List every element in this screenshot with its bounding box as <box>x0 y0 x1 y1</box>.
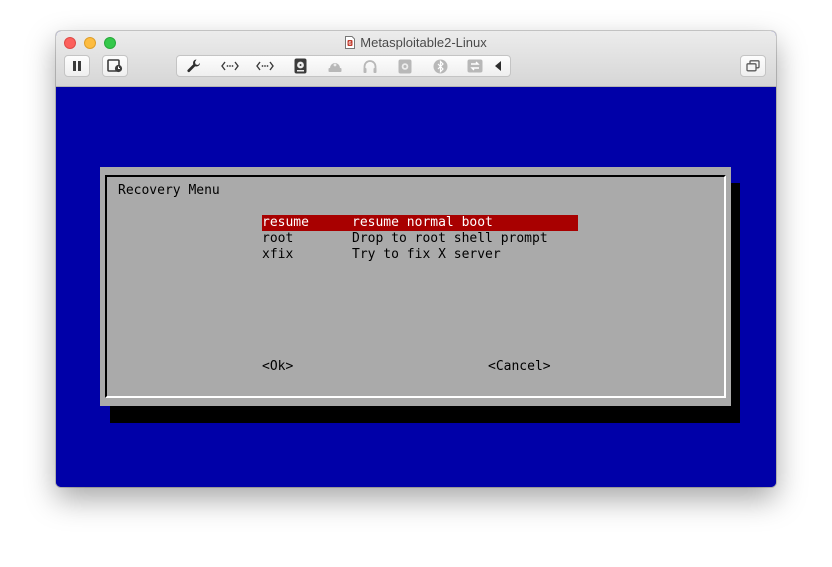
network-adapter-icon <box>221 61 239 71</box>
camera-icon <box>398 59 412 73</box>
menu-item-root[interactable]: root Drop to root shell prompt <box>262 231 578 247</box>
sound-card-button[interactable] <box>360 58 380 74</box>
network-adapter-icon <box>256 61 274 71</box>
menu-item-key: xfix <box>262 247 294 262</box>
pause-button[interactable] <box>64 55 90 77</box>
sound-card-icon <box>363 60 377 73</box>
fullscreen-icon <box>746 60 760 72</box>
fullscreen-button[interactable] <box>740 55 766 77</box>
menu-item-key: resume <box>262 215 309 230</box>
collapse-toolbar-button[interactable] <box>491 58 505 74</box>
bluetooth-icon <box>433 59 447 73</box>
device-toolbar <box>176 55 511 77</box>
snapshot-icon <box>107 59 123 73</box>
menu-item-resume[interactable]: resume resume normal boot <box>262 215 578 231</box>
settings-button[interactable] <box>184 58 204 74</box>
svg-text:6: 6 <box>349 41 352 47</box>
collapse-arrow-icon <box>494 61 501 71</box>
network-adapter-2-button[interactable] <box>255 58 275 74</box>
menu-item-description: Try to fix X server <box>352 247 501 262</box>
camera-button[interactable] <box>395 58 415 74</box>
hard-disk-icon <box>294 58 306 74</box>
usb-sharing-button[interactable] <box>465 58 485 74</box>
menu-item-key: root <box>262 231 294 246</box>
title-bar[interactable]: 6 Metasploitable2-Linux <box>56 31 776 87</box>
menu-item-description: Drop to root shell prompt <box>352 231 548 246</box>
menu-item-description: resume normal boot <box>352 215 493 230</box>
hard-disk-button[interactable] <box>290 58 310 74</box>
dialog-title: Recovery Menu <box>118 183 220 198</box>
bluetooth-button[interactable] <box>430 58 450 74</box>
cd-dvd-icon <box>328 63 342 72</box>
ok-button[interactable]: <Ok> <box>262 359 293 375</box>
window-title-container: 6 Metasploitable2-Linux <box>56 34 776 52</box>
pause-icon <box>73 61 81 71</box>
dialog-frame <box>105 175 726 398</box>
vm-document-icon: 6 <box>345 36 356 49</box>
menu-item-xfix[interactable]: xfix Try to fix X server <box>262 247 578 263</box>
cancel-button[interactable]: <Cancel> <box>488 359 551 375</box>
cd-dvd-button[interactable] <box>325 58 345 74</box>
vm-console-screen[interactable]: Recovery Menu resume resume normal boot … <box>56 87 776 487</box>
snapshot-button[interactable] <box>102 55 128 77</box>
vm-window: 6 Metasploitable2-Linux Recovery Menu re… <box>56 31 776 487</box>
recovery-menu-dialog: Recovery Menu resume resume normal boot … <box>100 167 731 406</box>
window-title: Metasploitable2-Linux <box>360 35 487 50</box>
network-adapter-1-button[interactable] <box>220 58 240 74</box>
wrench-icon <box>187 59 200 73</box>
usb-sharing-icon <box>467 59 483 73</box>
